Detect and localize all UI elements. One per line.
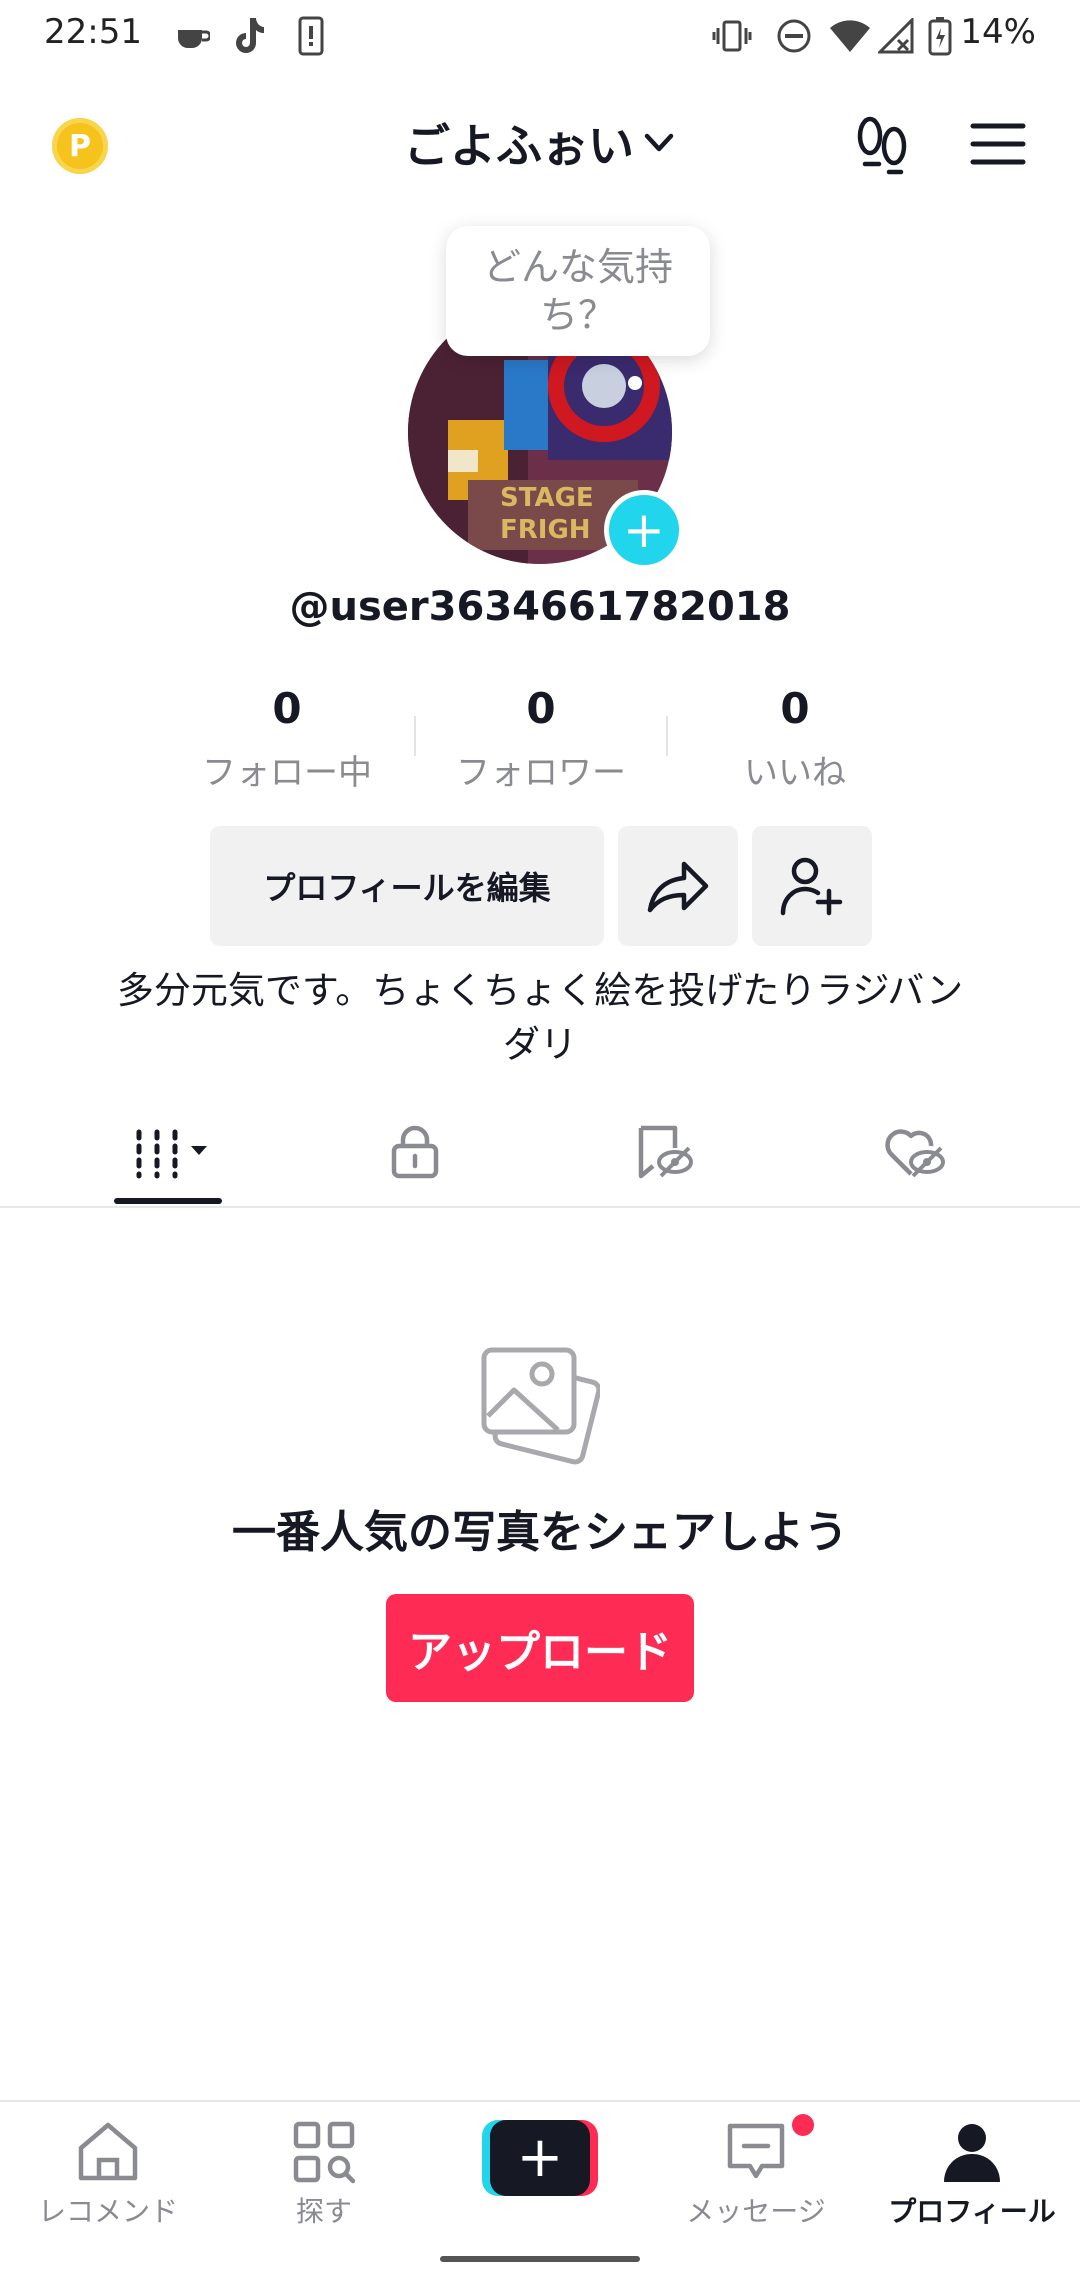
nav-home-label: レコメンド (37, 2195, 178, 2228)
tab-liked[interactable] (780, 1100, 1050, 1204)
content-tabs (0, 1100, 1080, 1208)
empty-state-message: 一番人気の写真をシェアしよう (232, 1507, 848, 1558)
signal-icon (878, 18, 914, 54)
nav-inbox[interactable]: メッセージ (648, 2120, 864, 2230)
nav-inbox-label: メッセージ (686, 2195, 826, 2228)
tab-private[interactable] (280, 1100, 550, 1204)
wifi-icon (830, 20, 870, 52)
lock-icon (391, 1125, 439, 1179)
stat-followers[interactable]: 0 フォロワー (414, 684, 668, 794)
username: @user3634661782018 (289, 584, 791, 630)
create-button[interactable]: + (482, 2120, 598, 2196)
upload-button[interactable]: アップロード (386, 1594, 694, 1702)
svg-text:STAGE: STAGE (500, 483, 594, 513)
likes-label: いいね (744, 753, 846, 793)
nav-discover-label: 探す (295, 2195, 352, 2228)
menu-icon[interactable] (970, 120, 1026, 168)
nav-discover[interactable]: 探す (216, 2120, 432, 2230)
tab-saved[interactable] (530, 1100, 800, 1204)
do-not-disturb-icon (777, 19, 811, 53)
home-icon (78, 2122, 138, 2181)
account-name: ごよふぉい (404, 119, 634, 173)
active-tab-indicator (114, 1198, 222, 1204)
bottom-nav: レコメンド 探す + メッセージ プロフィール (0, 2100, 1080, 2282)
chevron-down-icon (644, 133, 674, 152)
add-friend-button[interactable] (752, 826, 872, 946)
hidden-bookmark-icon (638, 1125, 693, 1179)
profile-icon (944, 2124, 1000, 2182)
vibrate-icon (712, 20, 752, 52)
add-avatar-button[interactable]: + (604, 490, 684, 570)
share-icon (647, 861, 709, 913)
battery-percent: 14% (960, 12, 1036, 52)
tiktok-notification-icon (236, 18, 264, 53)
share-profile-button[interactable] (618, 826, 738, 946)
account-switcher[interactable]: ごよふぉい (0, 110, 1080, 176)
nav-profile-label: プロフィール (888, 2195, 1056, 2228)
following-label: フォロー中 (202, 753, 372, 793)
status-time: 22:51 (44, 12, 142, 52)
status-bar: 22:51 14% (0, 0, 1080, 72)
followers-count: 0 (526, 684, 556, 733)
tab-videos[interactable] (40, 1100, 310, 1204)
battery-icon (928, 17, 952, 56)
svg-text:FRIGH: FRIGH (500, 515, 591, 545)
mood-bubble[interactable]: どんな気持ち？ (446, 226, 710, 356)
photo-icon (481, 1347, 600, 1465)
grid-icon (136, 1129, 207, 1179)
bubble-tail (628, 376, 642, 390)
add-user-icon (780, 857, 843, 916)
edit-profile-button[interactable]: プロフィールを編集 (210, 826, 604, 946)
discover-icon (293, 2121, 356, 2184)
create-plus-icon: + (490, 2120, 590, 2196)
followers-label: フォロワー (456, 753, 626, 793)
stat-likes[interactable]: 0 いいね (668, 684, 922, 794)
cup-icon (178, 30, 210, 48)
stat-following[interactable]: 0 フォロー中 (160, 684, 414, 794)
phone-alert-icon (298, 16, 324, 56)
profile-bio: 多分元気です。ちょくちょく絵を投げたりラジバンダリ (116, 969, 964, 1066)
gesture-bar[interactable] (440, 2256, 640, 2262)
nav-home[interactable]: レコメンド (0, 2120, 216, 2230)
footprints-icon[interactable] (854, 114, 912, 176)
nav-profile[interactable]: プロフィール (864, 2120, 1080, 2230)
following-count: 0 (272, 684, 302, 733)
likes-count: 0 (780, 684, 810, 733)
hidden-liked-icon (885, 1129, 945, 1178)
inbox-icon (727, 2123, 785, 2179)
inbox-notification-dot (792, 2114, 814, 2136)
